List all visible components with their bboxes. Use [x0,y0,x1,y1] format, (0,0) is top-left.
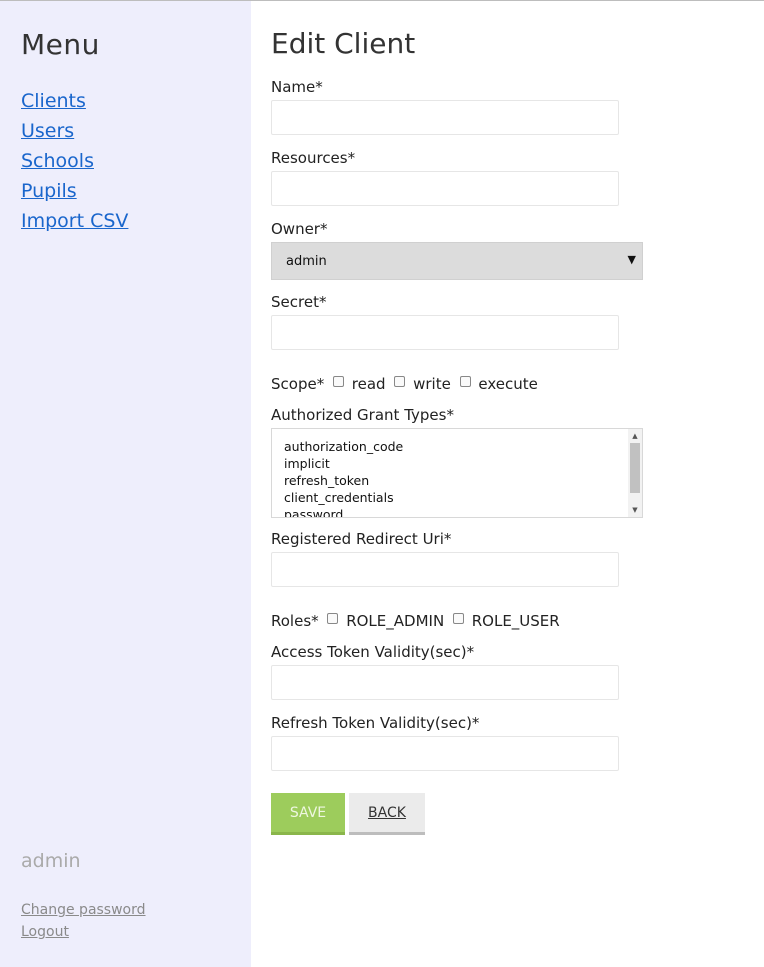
scroll-down-icon[interactable]: ▼ [628,506,642,514]
scope-write-checkbox[interactable] [394,376,406,387]
role-user-checkbox[interactable] [452,613,464,624]
change-password-link[interactable]: Change password [21,899,146,921]
refresh-token-validity-input[interactable] [271,736,619,771]
secret-input[interactable] [271,315,619,350]
scrollbar-thumb[interactable] [630,443,640,493]
edit-client-form: Edit Client Name* Resources* Owner* admi… [271,0,751,967]
scope-write-label: write [413,374,451,393]
grant-type-option[interactable]: refresh_token [284,473,369,488]
access-token-validity-input[interactable] [271,665,619,700]
page-title: Edit Client [271,27,416,60]
nav-link-import-csv[interactable]: Import CSV [21,208,128,238]
grant-type-option[interactable]: client_credentials [284,490,394,505]
grant-type-option[interactable]: password [284,507,343,517]
grant-type-option[interactable]: implicit [284,456,330,471]
account-links: Change password Logout [21,899,146,943]
roles-label: Roles* [271,611,319,630]
owner-label: Owner* [271,220,328,238]
scope-row: Scope* read write execute [271,374,538,393]
scope-read-label: read [351,374,386,393]
sidebar: Menu Clients Users Schools Pupils Import… [0,1,251,967]
grant-types-listbox[interactable]: authorization_code implicit refresh_toke… [271,428,643,518]
redirect-uri-label: Registered Redirect Uri* [271,530,452,548]
scope-execute-checkbox[interactable] [459,376,471,387]
refresh-token-validity-label: Refresh Token Validity(sec)* [271,714,480,732]
nav-link-pupils[interactable]: Pupils [21,178,128,208]
role-user-label: ROLE_USER [471,611,560,630]
access-token-validity-label: Access Token Validity(sec)* [271,643,475,661]
nav-link-clients[interactable]: Clients [21,88,128,118]
scope-label: Scope* [271,374,325,393]
role-admin-checkbox[interactable] [327,613,339,624]
back-button[interactable]: BACK [349,793,425,835]
current-username: admin [21,850,81,872]
roles-row: Roles* ROLE_ADMIN ROLE_USER [271,611,560,630]
grant-type-option[interactable]: authorization_code [284,439,403,454]
resources-input[interactable] [271,171,619,206]
grant-types-label: Authorized Grant Types* [271,406,454,424]
name-label: Name* [271,78,323,96]
nav-link-users[interactable]: Users [21,118,128,148]
scope-execute-label: execute [478,374,538,393]
sidebar-nav: Clients Users Schools Pupils Import CSV [21,88,128,238]
owner-selected-value: admin [286,254,327,269]
menu-title: Menu [21,28,100,61]
secret-label: Secret* [271,293,327,311]
resources-label: Resources* [271,149,356,167]
name-input[interactable] [271,100,619,135]
chevron-down-icon: ▼ [627,253,636,266]
listbox-scrollbar[interactable]: ▲ ▼ [628,429,642,517]
scroll-up-icon[interactable]: ▲ [628,432,642,440]
role-admin-label: ROLE_ADMIN [346,611,445,630]
nav-link-schools[interactable]: Schools [21,148,128,178]
save-button[interactable]: SAVE [271,793,345,835]
redirect-uri-input[interactable] [271,552,619,587]
owner-select[interactable]: admin ▼ [271,242,643,280]
logout-link[interactable]: Logout [21,921,146,943]
scope-read-checkbox[interactable] [332,376,344,387]
